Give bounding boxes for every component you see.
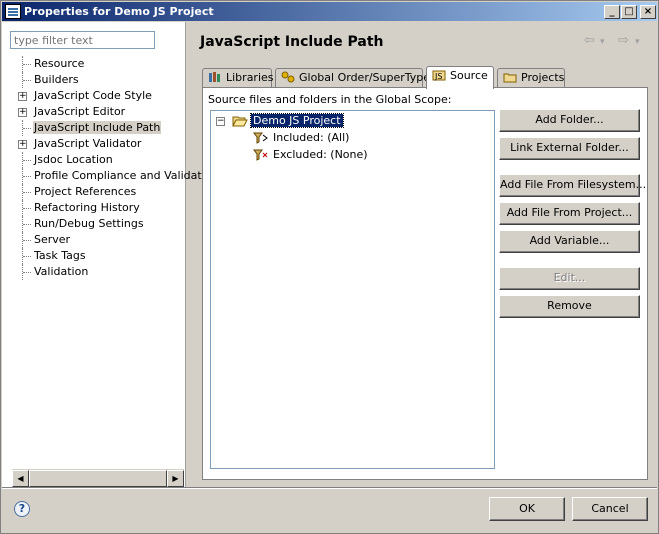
libraries-icon <box>208 71 222 83</box>
excluded-node[interactable]: Excluded: (None) <box>211 147 411 163</box>
order-icon <box>281 71 295 83</box>
tree-connector <box>22 264 32 280</box>
back-arrow-icon[interactable]: ⇦ <box>584 33 595 48</box>
tree-item-server[interactable]: Server <box>2 232 186 248</box>
scroll-left-icon[interactable]: ◀ <box>12 470 29 487</box>
remove-button[interactable]: Remove <box>499 295 640 318</box>
tab-source[interactable]: JS Source <box>426 66 494 89</box>
preferences-nav-panel: Resource Builders + JavaScript Code Styl… <box>2 22 211 487</box>
expand-plus-icon[interactable]: + <box>18 108 27 117</box>
projects-icon <box>503 71 517 83</box>
tree-item-label: Run/Debug Settings <box>34 217 144 230</box>
tree-connector <box>22 184 32 200</box>
filter-excluded-icon <box>253 148 269 165</box>
tree-item-label: Builders <box>34 73 79 86</box>
collapse-minus-icon[interactable]: − <box>216 117 225 126</box>
tree-connector <box>22 152 32 168</box>
tree-connector <box>22 168 32 184</box>
scope-label: Source files and folders in the Global S… <box>208 93 452 106</box>
add-folder-button[interactable]: Add Folder... <box>499 109 640 132</box>
included-node[interactable]: Included: (All) <box>211 130 411 146</box>
tree-item-label: JavaScript Include Path <box>33 121 162 134</box>
project-node[interactable]: − Demo JS Project <box>211 113 411 129</box>
tab-label: Source <box>450 69 488 82</box>
tree-item-label: JavaScript Validator <box>34 137 142 150</box>
source-icon: JS <box>432 69 446 81</box>
cancel-button[interactable]: Cancel <box>572 497 648 521</box>
included-label: Included: (All) <box>273 131 350 144</box>
source-tab-content: Source files and folders in the Global S… <box>202 87 648 480</box>
tree-item-javascript-editor[interactable]: + JavaScript Editor <box>2 104 186 120</box>
tab-label: Libraries <box>226 71 274 84</box>
edit-button[interactable]: Edit... <box>499 267 640 290</box>
close-button[interactable]: × <box>640 5 656 19</box>
tree-item-jsdoc-location[interactable]: Jsdoc Location <box>2 152 186 168</box>
tab-libraries[interactable]: Libraries <box>202 68 274 88</box>
tree-item-label: Resource <box>34 57 85 70</box>
add-variable-button[interactable]: Add Variable... <box>499 230 640 253</box>
tree-connector <box>22 248 32 264</box>
tree-connector <box>22 56 32 72</box>
forward-dropdown-icon[interactable]: ▾ <box>635 37 640 47</box>
tree-item-resource[interactable]: Resource <box>2 56 186 72</box>
properties-app-icon <box>5 4 21 19</box>
tab-bar: Libraries Global Order/SuperType JS Sour… <box>202 66 659 89</box>
expand-plus-icon[interactable]: + <box>18 140 27 149</box>
filter-included-icon <box>253 131 269 148</box>
tree-item-javascript-validator[interactable]: + JavaScript Validator <box>2 136 186 152</box>
minimize-button[interactable]: _ <box>604 5 620 19</box>
properties-dialog: Properties for Demo JS Project _ □ × Res… <box>0 0 659 534</box>
forward-arrow-icon[interactable]: ⇨ <box>618 33 629 48</box>
ok-button[interactable]: OK <box>489 497 565 521</box>
property-page: JavaScript Include Path ⇦ ▾ ⇨ ▾ Librarie… <box>188 22 658 487</box>
tree-item-refactoring-history[interactable]: Refactoring History <box>2 200 186 216</box>
tree-item-label: Jsdoc Location <box>34 153 113 166</box>
tree-item-label: JavaScript Code Style <box>34 89 152 102</box>
tree-item-validation[interactable]: Validation <box>2 264 186 280</box>
footer-separator <box>2 487 657 489</box>
tree-connector <box>22 200 32 216</box>
horizontal-scrollbar[interactable]: ◀ ▶ <box>12 469 184 487</box>
folder-open-icon <box>232 114 248 131</box>
tab-projects[interactable]: Projects <box>497 68 565 88</box>
tree-item-label: Project References <box>34 185 137 198</box>
back-dropdown-icon[interactable]: ▾ <box>600 37 605 47</box>
add-file-from-filesystem-button[interactable]: Add File From Filesystem... <box>499 174 646 197</box>
tree-item-label: Server <box>34 233 71 246</box>
tree-item-run-debug-settings[interactable]: Run/Debug Settings <box>2 216 186 232</box>
tree-item-label: Profile Compliance and Validatio <box>34 169 212 182</box>
tree-item-javascript-code-style[interactable]: + JavaScript Code Style <box>2 88 186 104</box>
tree-connector <box>22 120 32 136</box>
tree-item-label: Refactoring History <box>34 201 140 214</box>
maximize-button[interactable]: □ <box>621 5 637 19</box>
tab-global-order[interactable]: Global Order/SuperType <box>275 68 430 88</box>
tree-item-label: JavaScript Editor <box>34 105 126 118</box>
title-bar: Properties for Demo JS Project _ □ × <box>2 2 657 21</box>
tree-item-task-tags[interactable]: Task Tags <box>2 248 186 264</box>
page-title: JavaScript Include Path <box>200 34 384 50</box>
tab-label: Global Order/SuperType <box>299 71 431 84</box>
excluded-label: Excluded: (None) <box>273 148 368 161</box>
tree-item-label: Task Tags <box>34 249 86 262</box>
tree-connector <box>22 72 32 88</box>
tree-item-project-references[interactable]: Project References <box>2 184 186 200</box>
tab-label: Projects <box>521 71 565 84</box>
expand-plus-icon[interactable]: + <box>18 92 27 101</box>
scrollbar-thumb[interactable] <box>29 470 167 487</box>
tree-connector <box>22 216 32 232</box>
filter-input[interactable] <box>10 31 155 49</box>
scroll-right-icon[interactable]: ▶ <box>167 470 184 487</box>
tree-connector <box>22 232 32 248</box>
source-folder-tree[interactable]: − Demo JS Project Included: (All) Exclud… <box>210 110 495 469</box>
link-external-folder-button[interactable]: Link External Folder... <box>499 137 640 160</box>
window-title: Properties for Demo JS Project <box>24 5 214 18</box>
tree-item-builders[interactable]: Builders <box>2 72 186 88</box>
tree-item-javascript-include-path[interactable]: JavaScript Include Path <box>2 120 186 136</box>
tree-item-profile-compliance[interactable]: Profile Compliance and Validatio <box>2 168 211 184</box>
tree-item-label: Validation <box>34 265 89 278</box>
add-file-from-project-button[interactable]: Add File From Project... <box>499 202 640 225</box>
svg-text:JS: JS <box>434 72 442 81</box>
help-icon[interactable]: ? <box>14 501 30 517</box>
project-label: Demo JS Project <box>250 113 344 128</box>
